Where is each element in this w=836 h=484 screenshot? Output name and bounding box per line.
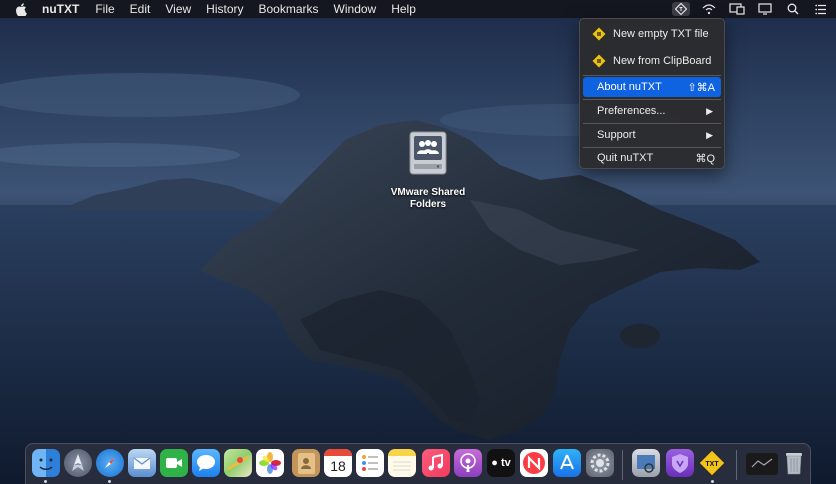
reminders-icon[interactable] [356, 449, 384, 477]
menu-item-preferences[interactable]: Preferences... ▶ [583, 100, 721, 122]
menu-edit[interactable]: Edit [130, 2, 151, 16]
menu-bookmarks[interactable]: Bookmarks [259, 2, 319, 16]
airdrop-icon[interactable] [700, 2, 718, 16]
system-preferences-icon[interactable] [586, 449, 614, 477]
display-icon[interactable] [728, 2, 746, 16]
desktop-icon-label: VMware Shared Folders [390, 187, 466, 210]
vmware-shared-folders-icon[interactable]: VMware Shared Folders [385, 130, 471, 211]
menu-separator [583, 75, 721, 76]
photos-icon[interactable] [256, 449, 284, 477]
nutxt-dock-label: TXT [705, 461, 719, 468]
shared-drive-icon [409, 131, 447, 175]
screen-mirror-icon[interactable] [756, 2, 774, 16]
trash-icon[interactable] [780, 449, 808, 477]
screenshot-icon[interactable] [746, 453, 778, 475]
nutxt-dropdown-menu: New empty TXT file New from ClipBoard Ab… [579, 18, 725, 169]
mail-icon[interactable] [128, 449, 156, 477]
menu-file[interactable]: File [95, 2, 114, 16]
menu-bar: nuTXT File Edit View History Bookmarks W… [0, 0, 836, 18]
running-indicator [44, 480, 47, 483]
apple-logo-icon: ● [491, 457, 498, 469]
music-icon[interactable] [422, 449, 450, 477]
notes-icon[interactable] [388, 449, 416, 477]
menu-item-new-from-clipboard[interactable]: New from ClipBoard [583, 50, 721, 72]
facetime-icon[interactable] [160, 449, 188, 477]
app-name-menu[interactable]: nuTXT [42, 2, 79, 16]
dock-separator [622, 450, 623, 480]
running-indicator [711, 480, 714, 483]
launchpad-icon[interactable] [64, 449, 92, 477]
shortcut-label: ⌘Q [695, 152, 715, 165]
contacts-icon[interactable] [292, 449, 320, 477]
tv-label: ● tv [491, 457, 511, 469]
podcasts-icon[interactable] [454, 449, 482, 477]
finder-icon[interactable] [32, 449, 60, 477]
search-icon[interactable] [784, 2, 802, 16]
dock-separator [736, 450, 737, 480]
preview-icon[interactable] [632, 449, 660, 477]
safari-icon[interactable] [96, 449, 124, 477]
calendar-icon[interactable]: 18 [324, 449, 352, 477]
menu-item-about-nutxt[interactable]: About nuTXT ⇧⌘A [583, 77, 721, 97]
menu-window[interactable]: Window [334, 2, 377, 16]
submenu-arrow-icon: ▶ [706, 105, 713, 116]
dock: 18 ● tv TXT [25, 443, 811, 484]
maps-icon[interactable] [224, 449, 252, 477]
messages-icon[interactable] [192, 449, 220, 477]
submenu-arrow-icon: ▶ [706, 129, 713, 140]
menu-item-quit-nutxt[interactable]: Quit nuTXT ⌘Q [583, 148, 721, 168]
app-store-icon[interactable] [553, 449, 581, 477]
running-indicator [108, 480, 111, 483]
nutxt-diamond-icon [591, 26, 607, 42]
shortcut-label: ⇧⌘A [687, 81, 715, 94]
nutxt-status-icon[interactable] [672, 2, 690, 16]
news-icon[interactable] [520, 449, 548, 477]
menu-item-new-empty-txt[interactable]: New empty TXT file [583, 23, 721, 45]
tv-icon[interactable]: ● tv [487, 449, 515, 477]
menu-view[interactable]: View [165, 2, 191, 16]
nutxt-diamond-icon [591, 53, 607, 69]
shield-icon[interactable] [666, 449, 694, 477]
calendar-day: 18 [330, 458, 346, 474]
control-center-icon[interactable] [812, 2, 830, 16]
menu-help[interactable]: Help [391, 2, 416, 16]
apple-menu-icon[interactable] [14, 2, 28, 16]
nutxt-dock-icon[interactable]: TXT [698, 449, 726, 477]
menu-item-support[interactable]: Support ▶ [583, 124, 721, 146]
menu-history[interactable]: History [206, 2, 243, 16]
